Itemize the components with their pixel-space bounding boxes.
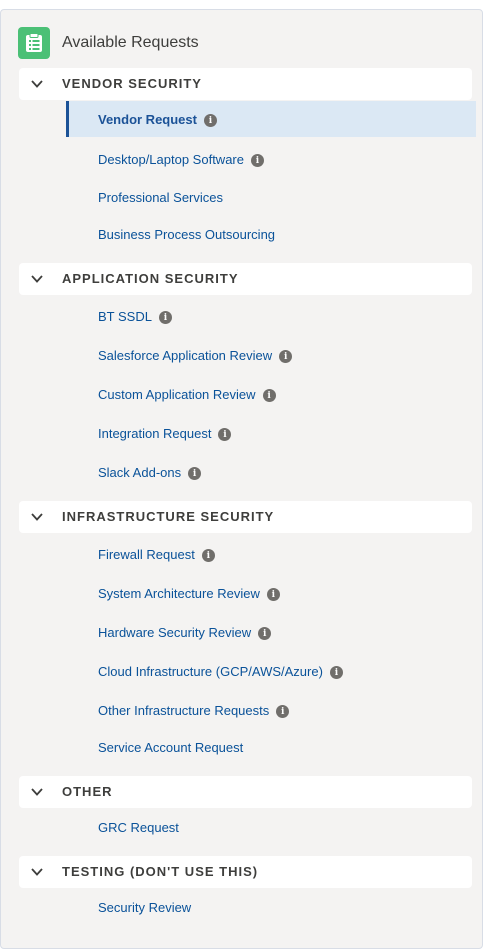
list-item-other-infrastructure-requests[interactable]: Other Infrastructure Requests i xyxy=(67,692,473,728)
section-other[interactable]: OTHER xyxy=(19,776,472,808)
list-item-business-process-outsourcing[interactable]: Business Process Outsourcing xyxy=(67,216,473,252)
item-label[interactable]: Cloud Infrastructure (GCP/AWS/Azure) xyxy=(98,664,323,679)
item-label[interactable]: Custom Application Review xyxy=(98,387,256,402)
chevron-down-icon xyxy=(31,788,43,796)
list-item-integration-request[interactable]: Integration Request i xyxy=(67,415,473,451)
item-label[interactable]: Firewall Request xyxy=(98,547,195,562)
section-testing[interactable]: TESTING (DON'T USE THIS) xyxy=(19,856,472,888)
info-icon[interactable]: i xyxy=(250,154,264,167)
list-item-professional-services[interactable]: Professional Services xyxy=(67,179,473,215)
item-label[interactable]: Integration Request xyxy=(98,426,211,441)
chevron-down-icon xyxy=(31,275,43,283)
available-requests-panel: Available Requests VENDOR SECURITY Vendo… xyxy=(0,9,483,949)
item-label[interactable]: BT SSDL xyxy=(98,309,152,324)
panel-header: Available Requests xyxy=(18,27,199,59)
info-icon[interactable]: i xyxy=(266,588,280,601)
item-label[interactable]: Hardware Security Review xyxy=(98,625,251,640)
info-icon[interactable]: i xyxy=(279,350,293,363)
info-icon[interactable]: i xyxy=(218,428,232,441)
section-label: OTHER xyxy=(62,784,113,799)
item-label[interactable]: Security Review xyxy=(98,900,191,915)
info-icon[interactable]: i xyxy=(329,666,343,679)
section-label: INFRASTRUCTURE SECURITY xyxy=(62,509,275,524)
list-item-security-review[interactable]: Security Review xyxy=(67,889,473,925)
section-application-security[interactable]: APPLICATION SECURITY xyxy=(19,263,472,295)
list-item-desktop-laptop-software[interactable]: Desktop/Laptop Software i xyxy=(67,141,473,177)
info-icon[interactable]: i xyxy=(258,627,272,640)
list-item-service-account-request[interactable]: Service Account Request xyxy=(67,729,473,765)
info-icon[interactable]: i xyxy=(203,114,217,127)
chevron-down-icon xyxy=(31,80,43,88)
info-icon[interactable]: i xyxy=(262,389,276,402)
section-label: TESTING (DON'T USE THIS) xyxy=(62,864,259,879)
list-item-hardware-security-review[interactable]: Hardware Security Review i xyxy=(67,614,473,650)
list-item-cloud-infrastructure[interactable]: Cloud Infrastructure (GCP/AWS/Azure) i xyxy=(67,653,473,689)
info-icon[interactable]: i xyxy=(158,311,172,324)
list-item-salesforce-application-review[interactable]: Salesforce Application Review i xyxy=(67,337,473,373)
item-label[interactable]: Business Process Outsourcing xyxy=(98,227,275,242)
list-item-slack-add-ons[interactable]: Slack Add-ons i xyxy=(67,454,473,490)
panel-title: Available Requests xyxy=(62,34,199,51)
info-icon[interactable]: i xyxy=(188,467,202,480)
item-label[interactable]: Professional Services xyxy=(98,190,223,205)
chevron-down-icon xyxy=(31,868,43,876)
info-icon[interactable]: i xyxy=(201,549,215,562)
item-label[interactable]: Vendor Request xyxy=(98,112,197,127)
section-label: APPLICATION SECURITY xyxy=(62,271,239,286)
clipboard-list-icon xyxy=(18,27,50,59)
list-item-firewall-request[interactable]: Firewall Request i xyxy=(67,536,473,572)
item-label[interactable]: System Architecture Review xyxy=(98,586,260,601)
item-label[interactable]: Salesforce Application Review xyxy=(98,348,272,363)
section-vendor-security[interactable]: VENDOR SECURITY xyxy=(19,68,472,100)
item-label[interactable]: Service Account Request xyxy=(98,740,243,755)
list-item-custom-application-review[interactable]: Custom Application Review i xyxy=(67,376,473,412)
list-item-bt-ssdl[interactable]: BT SSDL i xyxy=(67,298,473,334)
section-infrastructure-security[interactable]: INFRASTRUCTURE SECURITY xyxy=(19,501,472,533)
item-label[interactable]: Slack Add-ons xyxy=(98,465,181,480)
list-item-system-architecture-review[interactable]: System Architecture Review i xyxy=(67,575,473,611)
section-label: VENDOR SECURITY xyxy=(62,76,202,91)
item-label[interactable]: Desktop/Laptop Software xyxy=(98,152,244,167)
list-item-vendor-request[interactable]: Vendor Request i xyxy=(66,101,476,137)
list-item-grc-request[interactable]: GRC Request xyxy=(67,809,473,845)
item-label[interactable]: GRC Request xyxy=(98,820,179,835)
item-label[interactable]: Other Infrastructure Requests xyxy=(98,703,269,718)
info-icon[interactable]: i xyxy=(276,705,290,718)
chevron-down-icon xyxy=(31,513,43,521)
